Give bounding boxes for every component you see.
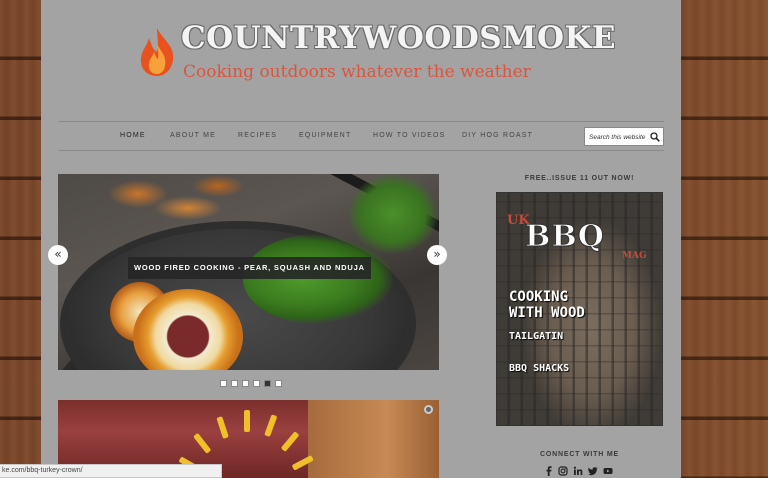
search-form	[584, 127, 664, 146]
slider-dot[interactable]	[220, 380, 227, 387]
magazine-subhead-2: BBQ SHACKS	[509, 363, 570, 374]
instagram-icon[interactable]	[558, 466, 568, 476]
sunburst-ray	[216, 416, 229, 439]
sunburst-ray	[280, 431, 300, 452]
post-indicator-dot	[424, 405, 433, 414]
sunburst-ray	[193, 432, 212, 454]
post-image-board	[308, 400, 439, 478]
magazine-brand: BBQ	[525, 219, 605, 255]
magazine-headline-1: COOKING	[509, 289, 569, 305]
slider-dot[interactable]	[242, 380, 249, 387]
slider-dot[interactable]	[231, 380, 238, 387]
slide-caption[interactable]: WOOD FIRED COOKING - PEAR, SQUASH AND ND…	[128, 257, 371, 279]
featured-slider[interactable]: WOOD FIRED COOKING - PEAR, SQUASH AND ND…	[58, 174, 439, 370]
slider-dot[interactable]	[253, 380, 260, 387]
site-tagline: Cooking outdoors whatever the weather	[183, 62, 531, 82]
site-logo[interactable]: COUNTRYWOODSMOKE Cooking outdoors whatev…	[137, 18, 616, 90]
search-input[interactable]	[589, 131, 651, 143]
nav-item-about-me[interactable]: ABOUT ME	[170, 132, 216, 139]
site-title[interactable]: COUNTRYWOODSMOKE	[181, 20, 616, 56]
twitter-icon[interactable]	[588, 466, 598, 476]
slider-next-button[interactable]: »	[427, 245, 447, 265]
facebook-icon[interactable]	[544, 466, 554, 476]
youtube-icon[interactable]	[603, 466, 613, 476]
slide-image-potatoes	[98, 174, 248, 234]
sidebar-connect-title: CONNECT WITH ME	[540, 451, 619, 458]
nav-item-home[interactable]: HOME	[120, 132, 146, 139]
sunburst-ray	[244, 410, 250, 432]
linkedin-icon[interactable]	[573, 466, 583, 476]
flame-icon	[140, 28, 174, 76]
sidebar-issue-title: FREE..ISSUE 11 OUT NOW!	[524, 175, 635, 182]
magazine-headline-2: WITH WOOD	[509, 305, 585, 321]
slider-dot-active[interactable]	[264, 380, 271, 387]
page-container: COUNTRYWOODSMOKE Cooking outdoors whatev…	[41, 0, 681, 478]
magazine-subhead-1: TAILGATIN	[509, 331, 564, 342]
nav-item-how-to-videos[interactable]: HOW TO VIDEOS	[373, 132, 446, 139]
slide-image-rocket	[243, 234, 393, 324]
slider-dot[interactable]	[275, 380, 282, 387]
nav-item-equipment[interactable]: EQUIPMENT	[299, 132, 351, 139]
nav-item-recipes[interactable]: RECIPES	[238, 132, 277, 139]
sunburst-ray	[264, 414, 278, 438]
slider-prev-button[interactable]: «	[48, 245, 68, 265]
nav-item-diy-hog-roast[interactable]: DIY HOG ROAST	[462, 132, 533, 139]
search-icon[interactable]	[650, 132, 660, 142]
browser-status-url: ke.com/bbq-turkey-crown/	[0, 464, 222, 478]
magazine-brand-suffix: MAG	[622, 251, 647, 261]
main-nav: HOME ABOUT ME RECIPES EQUIPMENT HOW TO V…	[58, 121, 664, 151]
magazine-cover[interactable]: UK BBQ MAG COOKING WITH WOOD TAILGATIN B…	[496, 192, 663, 426]
